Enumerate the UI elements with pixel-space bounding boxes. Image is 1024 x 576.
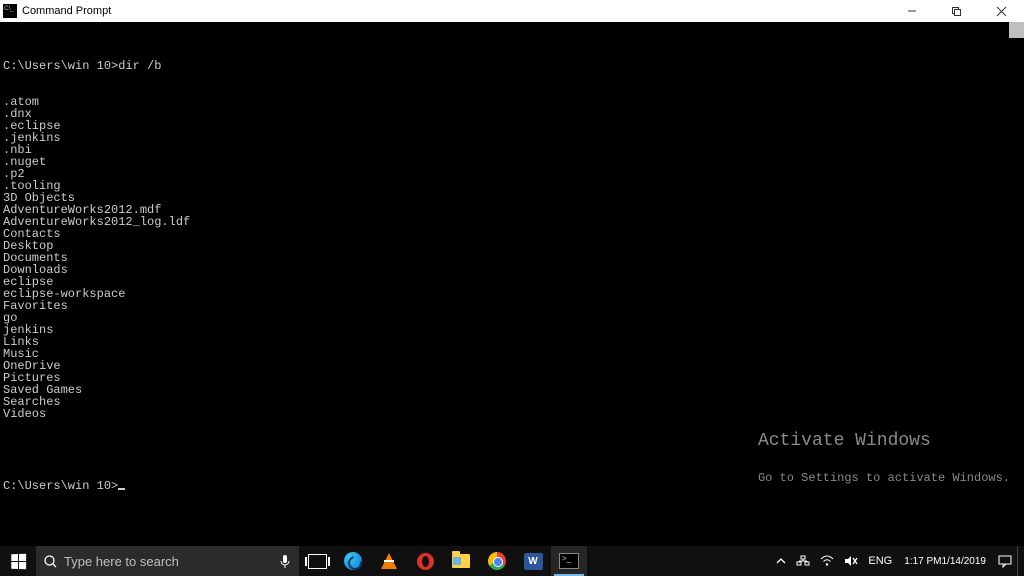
windows-logo-icon (11, 553, 26, 568)
taskbar: Type here to search W ENG 1:17 PM 1/14/2… (0, 546, 1024, 576)
opera-icon (417, 553, 434, 570)
terminal-output-line: Videos (3, 408, 1021, 420)
tray-wifi-icon[interactable] (815, 546, 839, 576)
terminal-output-line: eclipse (3, 276, 1021, 288)
terminal-area[interactable]: C:\Users\win 10>dir /b .atom.dnx.eclipse… (0, 22, 1024, 546)
taskbar-cmd[interactable] (551, 546, 587, 576)
terminal-output-line: .p2 (3, 168, 1021, 180)
tray-clock[interactable]: 1:17 PM 1/14/2019 (897, 546, 993, 576)
tray-action-center-icon[interactable] (993, 546, 1017, 576)
minimize-button[interactable] (889, 0, 934, 22)
taskbar-vlc[interactable] (371, 546, 407, 576)
terminal-output-line: Links (3, 336, 1021, 348)
tray-network-icon[interactable] (791, 546, 815, 576)
terminal-output-line: Downloads (3, 264, 1021, 276)
chrome-icon (488, 552, 506, 570)
terminal-prompt: C:\Users\win 10> (3, 480, 1021, 492)
cmd-app-icon (3, 4, 17, 18)
terminal-output-line: .jenkins (3, 132, 1021, 144)
tray-overflow[interactable] (771, 546, 791, 576)
terminal-output-line: AdventureWorks2012_log.ldf (3, 216, 1021, 228)
activate-windows-watermark: Activate Windows Go to Settings to activ… (758, 411, 1010, 508)
terminal-output-line: Documents (3, 252, 1021, 264)
system-tray: ENG 1:17 PM 1/14/2019 (771, 546, 1024, 576)
terminal-output-line: .nuget (3, 156, 1021, 168)
titlebar[interactable]: Command Prompt (0, 0, 1024, 22)
taskbar-file-explorer[interactable] (443, 546, 479, 576)
terminal-output-line: Music (3, 348, 1021, 360)
terminal-output-line: Favorites (3, 300, 1021, 312)
terminal-output-line: eclipse-workspace (3, 288, 1021, 300)
tray-time: 1:17 PM (904, 556, 941, 567)
tray-language[interactable]: ENG (863, 546, 897, 576)
terminal-blank (3, 444, 1021, 456)
tray-volume-icon[interactable] (839, 546, 863, 576)
search-placeholder: Type here to search (64, 554, 179, 569)
window-title: Command Prompt (22, 5, 111, 17)
terminal-command-line: C:\Users\win 10>dir /b (3, 60, 1021, 72)
scrollbar-thumb[interactable] (1009, 22, 1024, 38)
terminal-output-line: .tooling (3, 180, 1021, 192)
terminal-output-line: .eclipse (3, 120, 1021, 132)
command-prompt-window: Command Prompt C:\Users\win 10>dir /b .a… (0, 0, 1024, 546)
word-icon: W (524, 553, 543, 570)
taskbar-opera[interactable] (407, 546, 443, 576)
edge-icon (344, 552, 362, 570)
cmd-icon (559, 553, 579, 569)
task-view-icon (308, 554, 327, 569)
search-icon (36, 554, 64, 569)
task-view-button[interactable] (299, 546, 335, 576)
terminal-output-line: Desktop (3, 240, 1021, 252)
terminal-output-line: go (3, 312, 1021, 324)
taskbar-word[interactable]: W (515, 546, 551, 576)
terminal-output-line: Pictures (3, 372, 1021, 384)
tray-date: 1/14/2019 (942, 556, 987, 567)
cursor (118, 488, 125, 490)
terminal-output-line: OneDrive (3, 360, 1021, 372)
taskbar-search[interactable]: Type here to search (36, 546, 299, 576)
maximize-button[interactable] (934, 0, 979, 22)
start-button[interactable] (0, 546, 36, 576)
folder-icon (452, 554, 470, 568)
terminal-output-line: .dnx (3, 108, 1021, 120)
close-button[interactable] (979, 0, 1024, 22)
taskbar-chrome[interactable] (479, 546, 515, 576)
vlc-icon (381, 553, 397, 569)
taskbar-edge[interactable] (335, 546, 371, 576)
show-desktop-button[interactable] (1017, 546, 1024, 576)
terminal-output-line: jenkins (3, 324, 1021, 336)
microphone-icon[interactable] (271, 554, 299, 569)
terminal-output-line: Searches (3, 396, 1021, 408)
terminal-output-line: Contacts (3, 228, 1021, 240)
terminal-output-line: .atom (3, 96, 1021, 108)
terminal-output-line: .nbi (3, 144, 1021, 156)
terminal-output-line: Saved Games (3, 384, 1021, 396)
